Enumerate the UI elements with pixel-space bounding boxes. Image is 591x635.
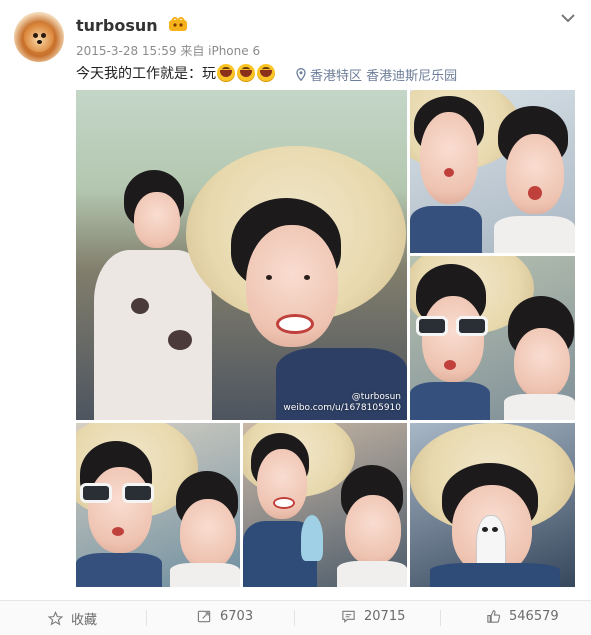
repost-icon xyxy=(197,610,211,623)
star-icon xyxy=(48,611,63,626)
username[interactable]: turbosun xyxy=(76,16,158,35)
laugh-emoji-icon xyxy=(217,64,235,82)
comment-icon xyxy=(342,610,355,623)
like-button[interactable]: 546579 xyxy=(486,609,559,624)
laugh-emoji-icon xyxy=(237,64,255,82)
laugh-emoji-icon xyxy=(257,64,275,82)
post-text-content: 今天我的工作就是：玩 xyxy=(76,66,216,82)
emoji-group xyxy=(217,64,275,82)
post-meta: 2015-3-28 15:59 来自 iPhone 6 xyxy=(76,44,261,58)
photo-6[interactable] xyxy=(410,423,575,587)
post-text: 今天我的工作就是：玩 xyxy=(76,63,275,83)
photo-5[interactable] xyxy=(243,423,407,587)
photo-2[interactable] xyxy=(410,90,575,253)
action-bar: 收藏 6703 20715 546579 xyxy=(0,600,591,635)
vip-badge-icon[interactable] xyxy=(168,17,188,32)
avatar-dog-face xyxy=(24,21,54,52)
chevron-down-icon[interactable] xyxy=(560,12,576,24)
like-count: 546579 xyxy=(509,609,559,624)
comment-button[interactable]: 20715 xyxy=(341,609,405,624)
user-avatar[interactable] xyxy=(14,12,64,62)
photo-1[interactable]: @turbosun weibo.com/u/1678105910 xyxy=(76,90,407,420)
weibo-post-card: turbosun 2015-3-28 15:59 来自 iPhone 6 今天我… xyxy=(0,0,591,635)
photo-3[interactable] xyxy=(410,256,575,420)
repost-count: 6703 xyxy=(220,609,254,624)
comment-count: 20715 xyxy=(364,609,406,624)
location-link[interactable]: 香港特区 香港迪斯尼乐园 xyxy=(296,65,457,84)
repost-button[interactable]: 6703 xyxy=(197,609,253,624)
favorite-label: 收藏 xyxy=(71,613,98,628)
watermark-text: @turbosun weibo.com/u/1678105910 xyxy=(283,392,401,413)
favorite-button[interactable]: 收藏 xyxy=(48,609,97,628)
like-icon xyxy=(487,610,501,623)
photo-4[interactable] xyxy=(76,423,240,587)
location-pin-icon xyxy=(296,68,306,81)
weibo-watermark: @turbosun weibo.com/u/1678105910 xyxy=(283,392,401,414)
location-label: 香港特区 香港迪斯尼乐园 xyxy=(310,69,458,84)
